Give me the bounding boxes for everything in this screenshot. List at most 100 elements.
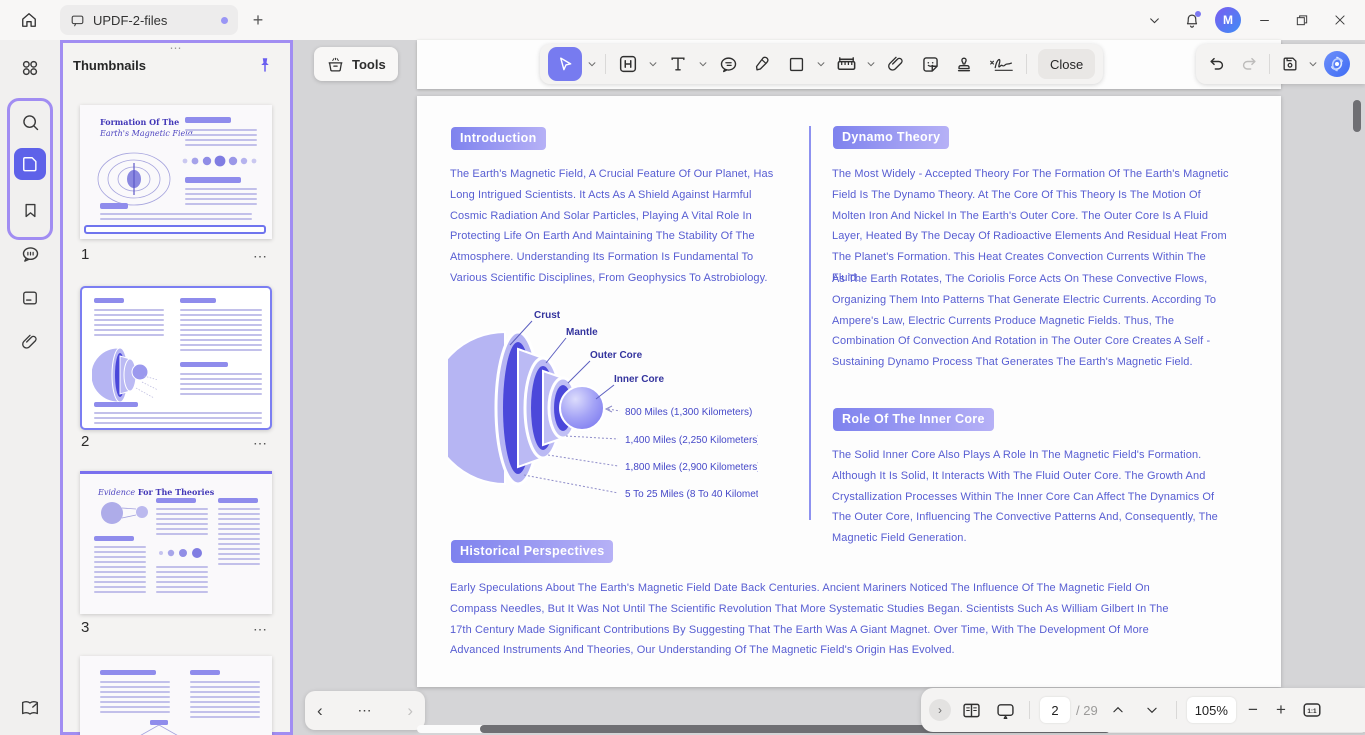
square-icon (787, 55, 806, 74)
comment-tool-button[interactable] (713, 49, 743, 79)
page-thumbnails-icon (20, 154, 40, 174)
thumb1-number: 1 (81, 246, 89, 263)
user-avatar[interactable]: M (1215, 7, 1241, 33)
thumb2-badge1 (94, 298, 124, 303)
thumb3-planets-row (156, 546, 212, 560)
thumb4-text1 (100, 681, 170, 716)
measure-tool-dropdown[interactable] (865, 49, 877, 79)
select-tool-dropdown[interactable] (586, 49, 598, 79)
svg-text:Mantle: Mantle (566, 327, 598, 338)
grid-icon (19, 57, 41, 79)
svg-text:1,400 Miles (2,250 Kilometers): 1,400 Miles (2,250 Kilometers) (625, 435, 758, 446)
stamp-tool-button[interactable] (949, 49, 979, 79)
previous-page-chevron-button[interactable] (1104, 696, 1132, 724)
zoom-out-button[interactable]: − (1242, 699, 1264, 721)
toolbox-icon (326, 55, 345, 74)
next-page-chevron-button[interactable] (1138, 696, 1166, 724)
historical-heading-badge: Historical Perspectives (451, 540, 613, 563)
page-nav-more-button[interactable]: ⋯ (358, 702, 373, 719)
save-floppy-icon (1280, 54, 1300, 74)
thumb1-text-lines (185, 129, 257, 149)
highlighter-tool-button[interactable] (747, 49, 777, 79)
maximize-button[interactable] (1287, 6, 1317, 34)
statusbar-divider (1029, 701, 1030, 719)
signature-tool-button[interactable] (983, 49, 1019, 79)
vertical-scrollbar-thumb[interactable] (1353, 100, 1361, 132)
thumbnail-page-3[interactable]: Evidence For The Theories (80, 471, 272, 614)
save-button[interactable] (1275, 49, 1305, 79)
thumb1-more-button[interactable]: ⋯ (248, 248, 268, 264)
thumb3-badge3 (218, 498, 258, 503)
actual-size-button[interactable]: 1:1 (1298, 696, 1326, 724)
home-button[interactable] (14, 6, 44, 34)
text-icon (668, 54, 688, 74)
introduction-paragraph: The Earth's Magnetic Field, A Crucial Fe… (450, 164, 784, 289)
thumbnail-page-2[interactable] (80, 286, 272, 430)
statusbar-divider (1176, 701, 1177, 719)
toolbar-divider (1026, 54, 1027, 74)
zoom-level-input[interactable]: 105% (1187, 697, 1236, 723)
shape-tool-dropdown[interactable] (815, 49, 827, 79)
heading-tool-button[interactable] (613, 49, 643, 79)
presentation-screen-icon (995, 700, 1016, 721)
save-dropdown[interactable] (1307, 49, 1319, 79)
page-2-canvas[interactable]: Introduction The Earth's Magnetic Field,… (417, 96, 1281, 687)
panel-resize-handle[interactable]: ⋯ (63, 43, 290, 53)
collapse-statusbar-button[interactable]: › (929, 699, 951, 721)
dynamo-paragraph-2: As The Earth Rotates, The Coriolis Force… (832, 269, 1230, 373)
next-page-button[interactable]: › (407, 702, 413, 719)
tools-button[interactable]: Tools (314, 47, 398, 81)
attachments-button[interactable] (14, 326, 46, 358)
attachment-tool-button[interactable] (881, 49, 911, 79)
heading-icon (617, 53, 639, 75)
tabs-dropdown-button[interactable] (1139, 6, 1169, 34)
minimize-button[interactable] (1249, 6, 1279, 34)
thumbnail-page-1[interactable]: Formation Of The Earth's Magnetic Field (80, 105, 272, 239)
thumb3-more-button[interactable]: ⋯ (248, 621, 268, 637)
page-organize-button[interactable] (14, 282, 46, 314)
close-toolbar-button[interactable]: Close (1038, 49, 1095, 79)
highlighter-icon (752, 54, 772, 74)
ai-logo-icon (1323, 50, 1351, 78)
thumbnails-panel-button[interactable] (14, 148, 46, 180)
page-layout-button[interactable] (957, 696, 985, 724)
previous-page-button[interactable]: ‹ (317, 702, 323, 719)
app-menu-button[interactable] (14, 52, 46, 84)
thumb1-badge (185, 117, 231, 123)
zoom-in-button[interactable]: + (1270, 699, 1292, 721)
thumbnail-page-4[interactable] (80, 656, 272, 735)
text-tool-dropdown[interactable] (697, 49, 709, 79)
thumb3-title-italic: Evidence (98, 488, 135, 497)
presentation-mode-button[interactable] (991, 696, 1019, 724)
bookmark-icon (21, 201, 40, 220)
select-tool-button[interactable] (548, 47, 582, 81)
pin-icon[interactable] (256, 56, 276, 76)
reader-mode-button[interactable] (14, 692, 46, 724)
thumb2-more-button[interactable]: ⋯ (248, 435, 268, 451)
sticker-tool-button[interactable] (915, 49, 945, 79)
close-window-button[interactable] (1325, 6, 1355, 34)
view-statusbar: › 2 / 29 105% − + (921, 688, 1365, 732)
thumb2-earth-diagram (92, 344, 170, 406)
measure-tool-button[interactable] (831, 49, 861, 79)
thumb2-badge3 (180, 362, 228, 367)
svg-text:1:1: 1:1 (1307, 708, 1317, 715)
document-tab[interactable]: UPDF-2-files (60, 5, 238, 35)
search-button[interactable] (14, 106, 46, 138)
thumb2-text1 (94, 309, 164, 339)
heading-tool-dropdown[interactable] (647, 49, 659, 79)
text-tool-button[interactable] (663, 49, 693, 79)
thumb3-text4 (218, 508, 260, 568)
undo-button[interactable] (1202, 49, 1232, 79)
comments-button[interactable] (14, 238, 46, 270)
notifications-button[interactable] (1177, 6, 1207, 34)
ai-assistant-button[interactable] (1323, 50, 1351, 78)
redo-button[interactable] (1234, 49, 1264, 79)
shape-tool-button[interactable] (781, 49, 811, 79)
bookmarks-button[interactable] (14, 194, 46, 226)
page-number-input[interactable]: 2 (1040, 697, 1070, 723)
new-tab-button[interactable]: + (248, 10, 268, 30)
thumb1-selected-field[interactable] (84, 225, 266, 234)
comments-icon (20, 244, 41, 265)
column-divider-line (809, 126, 811, 520)
